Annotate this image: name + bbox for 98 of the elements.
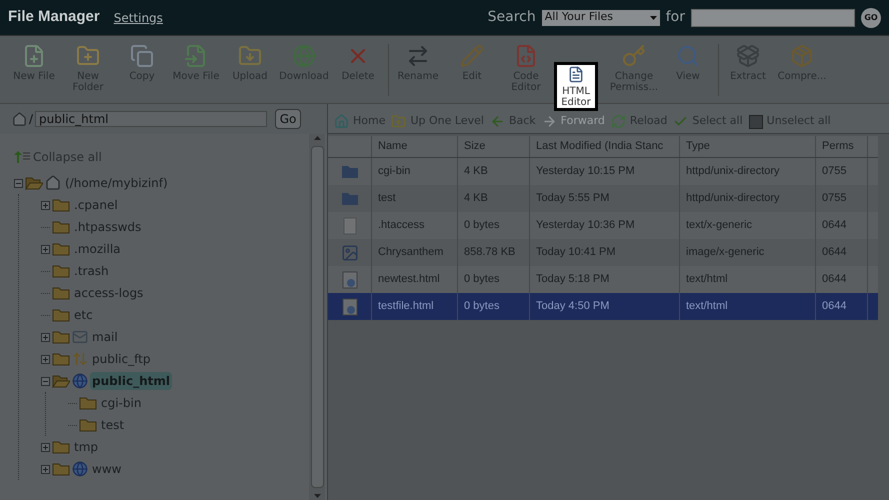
toolbar-button[interactable]: HTML Editor	[554, 62, 598, 111]
folder-icon	[340, 164, 358, 178]
home-icon	[45, 175, 61, 191]
folder-icon	[52, 198, 70, 212]
table-cell: 0 bytes	[458, 293, 530, 320]
globe-icon	[72, 373, 88, 389]
search-scope-dropdown[interactable]: All Your Files	[542, 10, 660, 26]
tree-item[interactable]: .trash	[72, 262, 111, 280]
tree-item[interactable]: etc	[72, 306, 95, 324]
table-cell: text/html	[680, 293, 816, 320]
file-row[interactable]: newtest.html 0 bytes Today 5:18 PM text/html 0644	[328, 266, 878, 293]
tree-item[interactable]: public_ftp	[90, 350, 152, 368]
expand-toggle[interactable]	[41, 332, 50, 342]
reload-icon	[610, 114, 626, 129]
folder-up-icon	[391, 114, 406, 129]
file-row[interactable]: .htaccess 0 bytes Yesterday 10:36 PM text/x-generic 0644	[328, 212, 878, 239]
column-header[interactable]: Type	[680, 136, 816, 157]
document-icon	[342, 216, 356, 234]
new-file-icon	[22, 44, 46, 68]
key-icon	[622, 44, 646, 68]
file-row[interactable]: test 4 KB Today 5:55 PM httpd/unix-directory 0755	[328, 185, 878, 212]
code-file-icon	[514, 44, 538, 68]
rename-icon	[406, 44, 430, 68]
expand-toggle[interactable]	[41, 244, 50, 254]
image-icon	[340, 244, 358, 262]
folder-icon	[52, 308, 70, 322]
tree-item[interactable]: .mozilla	[72, 240, 122, 258]
new-folder-icon	[76, 44, 100, 68]
folder-icon	[52, 220, 70, 234]
web-page-icon	[342, 270, 358, 288]
folder-icon	[52, 462, 70, 476]
home-icon	[334, 114, 349, 129]
tree-item[interactable]: access-logs	[72, 284, 146, 302]
folder-icon	[52, 330, 70, 344]
app-title: File Manager	[8, 7, 100, 28]
web-page-icon	[342, 298, 358, 316]
column-header[interactable]: Name	[372, 136, 458, 157]
tree-item[interactable]: public_html	[90, 372, 172, 390]
copy-icon	[130, 44, 154, 68]
caret-icon	[650, 16, 657, 20]
folder-icon	[340, 192, 358, 206]
expand-toggle[interactable]	[41, 442, 50, 452]
folder-icon	[79, 396, 97, 410]
folder-icon	[52, 286, 70, 300]
folder-icon	[52, 352, 70, 366]
go-button[interactable]: Go	[275, 109, 302, 129]
tree-item[interactable]: test	[99, 416, 126, 434]
path-field[interactable]: public_html	[35, 111, 268, 127]
for-label: for	[666, 8, 685, 27]
pencil-icon	[460, 44, 484, 68]
tree-item[interactable]: www	[90, 460, 124, 478]
expand-toggle[interactable]	[41, 200, 50, 210]
move-file-icon	[184, 44, 208, 68]
settings-link[interactable]: Settings	[114, 8, 163, 26]
envelope-icon	[72, 329, 88, 345]
go-button[interactable]: GO	[861, 8, 881, 28]
folder-icon	[79, 418, 97, 432]
file-row[interactable]: Chrysanthem 858.78 KB Today 10:41 PM image/x-generic 0644	[328, 239, 878, 266]
right-arrow-icon	[542, 114, 557, 129]
column-header[interactable]: Perms	[816, 136, 868, 157]
column-header[interactable]: Size	[458, 136, 530, 157]
tree-item[interactable]: tmp	[72, 438, 100, 456]
table-cell: testfile.html	[372, 293, 458, 320]
collapse-toggle[interactable]	[41, 376, 50, 386]
open-folder-icon	[52, 374, 70, 388]
tree-item[interactable]: (/home/mybizinf)	[63, 174, 170, 192]
table-cell: 0644	[816, 293, 868, 320]
search-field[interactable]	[691, 8, 855, 26]
folder-icon	[52, 242, 70, 256]
box-icon	[790, 44, 814, 68]
transfer-icon	[72, 351, 88, 367]
open-box-icon	[736, 44, 760, 68]
open-folder-icon	[25, 176, 43, 190]
tree-item[interactable]: .htpasswds	[72, 218, 144, 236]
table-cell: Today 4:50 PM	[530, 293, 680, 320]
path-separator: /	[29, 111, 34, 128]
empty-checkbox-icon	[748, 114, 763, 128]
tree-item[interactable]: .cpanel	[72, 196, 120, 214]
search-label: Search	[488, 8, 536, 27]
globe-icon	[72, 461, 88, 477]
tree-item[interactable]: mail	[90, 328, 120, 346]
folder-icon	[52, 264, 70, 278]
file-row[interactable]: cgi-bin 4 KB Yesterday 10:15 PM httpd/unix-directory 0755	[328, 158, 878, 185]
collapse-icon	[14, 151, 30, 163]
scrollbar[interactable]	[309, 134, 325, 500]
globe-icon	[292, 44, 316, 68]
magnifier-icon	[676, 44, 700, 68]
scroll-down-arrow-icon[interactable]	[314, 494, 320, 498]
home-icon	[12, 112, 27, 126]
collapse-toggle[interactable]	[14, 178, 23, 188]
upload-icon	[238, 44, 262, 68]
folder-icon	[52, 440, 70, 454]
expand-toggle[interactable]	[41, 464, 50, 474]
scroll-up-arrow-icon[interactable]	[314, 136, 320, 140]
expand-toggle[interactable]	[41, 354, 50, 364]
tree-item[interactable]: cgi-bin	[99, 394, 144, 412]
file-row[interactable]: testfile.html 0 bytes Today 4:50 PM text/html 0644	[328, 293, 878, 320]
column-header[interactable]: Last Modified (India Stanc	[530, 136, 680, 157]
